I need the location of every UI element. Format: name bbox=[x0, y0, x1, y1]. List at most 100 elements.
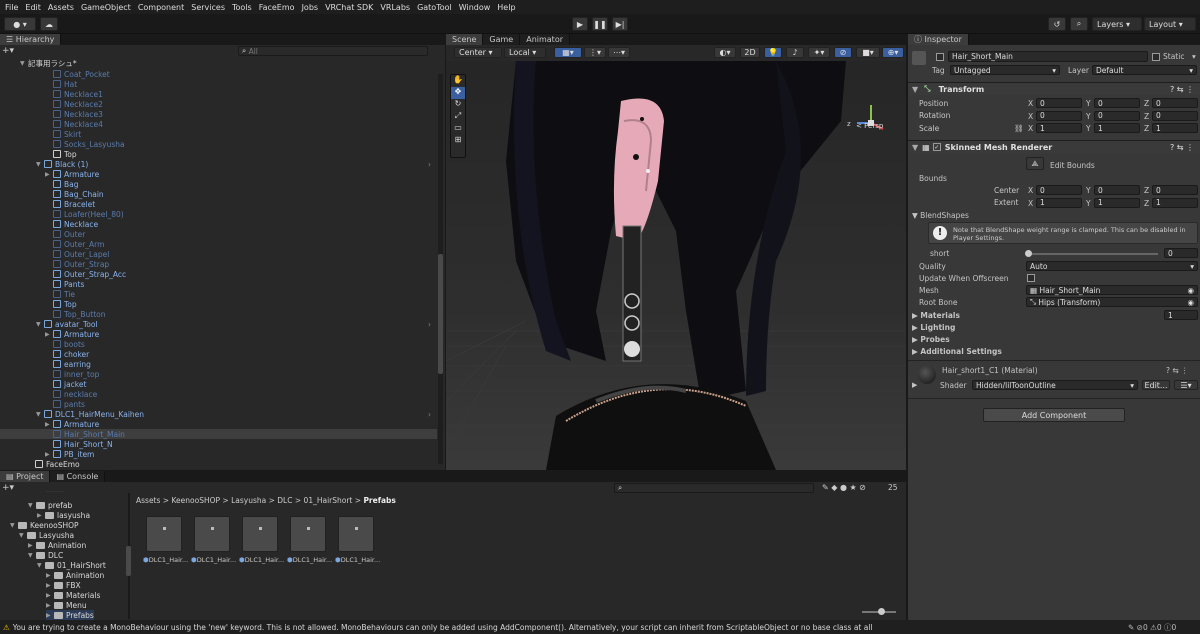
menu-file[interactable]: File bbox=[5, 3, 18, 12]
foldout-arrow-icon[interactable]: ▶ bbox=[45, 451, 53, 458]
tab-project[interactable]: ▤ Project bbox=[0, 471, 51, 482]
hierarchy-item[interactable]: Pants bbox=[45, 279, 84, 289]
blendshape-short-slider[interactable] bbox=[1025, 250, 1158, 257]
hierarchy-item[interactable]: Outer bbox=[45, 229, 85, 239]
hierarchy-item[interactable]: Skirt bbox=[45, 129, 81, 139]
tag-dropdown[interactable]: Untagged ▾ bbox=[950, 65, 1060, 75]
foldout-arrow-icon[interactable]: ▶ bbox=[46, 572, 54, 579]
tab-scene[interactable]: Scene bbox=[446, 34, 484, 45]
shader-options-button[interactable]: ☰▾ bbox=[1174, 380, 1198, 390]
foldout-arrow-icon[interactable]: ▶ bbox=[46, 612, 54, 619]
project-search-input[interactable]: ⌕ bbox=[614, 483, 814, 493]
draw-mode-button[interactable]: ◐▾ bbox=[714, 47, 736, 58]
menu-component[interactable]: Component bbox=[138, 3, 184, 12]
prefab-asset-thumbnail[interactable] bbox=[290, 516, 326, 552]
bounds-center-y-field[interactable]: 0 bbox=[1094, 185, 1140, 195]
hierarchy-item[interactable]: Top_Button bbox=[45, 309, 106, 319]
pivot-center-dropdown[interactable]: Center ▾ bbox=[454, 47, 502, 58]
cloud-icon[interactable]: ☁ bbox=[40, 17, 58, 31]
project-folder-item[interactable]: ▶ Menu bbox=[46, 600, 87, 610]
transform-tool-icon[interactable]: ⊞ bbox=[451, 135, 465, 147]
tab-console[interactable]: ▤ Console bbox=[50, 471, 106, 482]
menu-edit[interactable]: Edit bbox=[25, 3, 41, 12]
status-icons[interactable]: ✎ ⊘0 ⚠0 ⓘ0 bbox=[1128, 622, 1176, 633]
hierarchy-item[interactable]: ▶ Armature bbox=[45, 329, 99, 339]
hierarchy-item[interactable]: Bracelet bbox=[45, 199, 95, 209]
add-component-button[interactable]: Add Component bbox=[983, 408, 1125, 422]
rotation-y-field[interactable]: 0 bbox=[1094, 110, 1140, 121]
status-bar[interactable]: ⚠ You are trying to create a MonoBehavio… bbox=[0, 620, 1200, 634]
breadcrumb-item[interactable]: Lasyusha bbox=[231, 496, 266, 505]
project-folder-item[interactable]: ▼ DLC bbox=[28, 550, 63, 560]
foldout-arrow-icon[interactable]: ▼ bbox=[37, 562, 45, 569]
prefab-asset-thumbnail[interactable] bbox=[338, 516, 374, 552]
transform-header[interactable]: ▼ ⤡ Transform? ⇆ ⋮ bbox=[908, 82, 1200, 95]
snap-settings-button[interactable]: ⋯▾ bbox=[608, 47, 630, 58]
static-dropdown[interactable]: ▾ bbox=[1192, 52, 1196, 61]
project-folder-item[interactable]: ▶ Prefabs bbox=[46, 610, 94, 620]
hierarchy-item[interactable]: Bag_Chain bbox=[45, 189, 104, 199]
hierarchy-item[interactable]: ▶ PB_item bbox=[45, 449, 94, 459]
project-folder-item[interactable]: ▶ Materials bbox=[46, 590, 100, 600]
project-folder-item[interactable]: ▼ 01_HairShort bbox=[37, 560, 106, 570]
hierarchy-item[interactable]: inner_top bbox=[45, 369, 99, 379]
hierarchy-item[interactable]: ▼ Black (1) › bbox=[36, 159, 431, 169]
prefab-asset-thumbnail[interactable] bbox=[146, 516, 182, 552]
scale-x-field[interactable]: 1 bbox=[1036, 123, 1082, 133]
hierarchy-item[interactable]: Bag bbox=[45, 179, 79, 189]
hierarchy-item[interactable]: Outer_Strap_Acc bbox=[45, 269, 126, 279]
quality-dropdown[interactable]: Auto ▾ bbox=[1026, 261, 1198, 271]
prefab-open-icon[interactable]: › bbox=[428, 160, 431, 169]
prefab-asset-thumbnail[interactable] bbox=[194, 516, 230, 552]
hierarchy-item[interactable]: Outer_Lapel bbox=[45, 249, 109, 259]
pause-button[interactable]: ❚❚ bbox=[592, 17, 608, 31]
hierarchy-item[interactable]: pants bbox=[45, 399, 85, 409]
hierarchy-item[interactable]: Top bbox=[45, 149, 77, 159]
foldout-arrow-icon[interactable]: ▶ bbox=[46, 602, 54, 609]
menu-vrlabs[interactable]: VRLabs bbox=[380, 3, 410, 12]
hierarchy-item[interactable]: Tie bbox=[45, 289, 75, 299]
menu-jobs[interactable]: Jobs bbox=[302, 3, 319, 12]
hierarchy-scrollbar[interactable] bbox=[438, 74, 443, 464]
edit-bounds-icon[interactable]: ⟁ bbox=[1026, 157, 1044, 170]
lighting-foldout[interactable]: ▶ Lighting bbox=[912, 323, 955, 332]
position-y-field[interactable]: 0 bbox=[1094, 98, 1140, 108]
hierarchy-item[interactable]: Top bbox=[45, 299, 77, 309]
bounds-extent-x-field[interactable]: 1 bbox=[1036, 197, 1082, 208]
hierarchy-item[interactable]: boots bbox=[45, 339, 85, 349]
rotate-tool-icon[interactable]: ↻ bbox=[451, 99, 465, 111]
foldout-arrow-icon[interactable]: ▶ bbox=[45, 331, 53, 338]
scale-z-field[interactable]: 1 bbox=[1152, 123, 1198, 133]
lighting-toggle-icon[interactable]: 💡 bbox=[764, 47, 782, 58]
foldout-arrow-icon[interactable]: ▶ bbox=[45, 421, 53, 428]
foldout-arrow-icon[interactable]: ▼ bbox=[36, 161, 44, 168]
hierarchy-item[interactable]: Outer_Strap bbox=[45, 259, 109, 269]
materials-count-field[interactable]: 1 bbox=[1164, 310, 1198, 320]
hierarchy-item[interactable]: ▶ Armature bbox=[45, 419, 99, 429]
menu-assets[interactable]: Assets bbox=[48, 3, 74, 12]
mesh-field[interactable]: ▦ Hair_Short_Main ◉ bbox=[1026, 285, 1198, 295]
foldout-arrow-icon[interactable]: ▼ bbox=[36, 411, 44, 418]
hierarchy-item[interactable]: FaceEmo bbox=[27, 459, 80, 469]
breadcrumb-item[interactable]: Prefabs bbox=[363, 496, 395, 505]
foldout-arrow-icon[interactable]: ▶ bbox=[45, 171, 53, 178]
prefab-open-icon[interactable]: › bbox=[428, 320, 431, 329]
scale-link-icon[interactable]: ⛓ bbox=[1014, 122, 1024, 134]
effects-toggle-icon[interactable]: ✦▾ bbox=[808, 47, 830, 58]
hierarchy-item[interactable]: ▼ avatar_Tool › bbox=[36, 319, 431, 329]
hierarchy-item[interactable]: Hat bbox=[45, 79, 77, 89]
additional-settings-foldout[interactable]: ▶ Additional Settings bbox=[912, 347, 1002, 356]
move-tool-icon[interactable]: ✥ bbox=[451, 87, 465, 99]
project-folder-item[interactable]: ▶ Animation bbox=[46, 570, 104, 580]
scale-tool-icon[interactable]: ⤢ bbox=[451, 111, 465, 123]
scene-root[interactable]: ▼ 記事用ラシュ* bbox=[20, 58, 77, 68]
hierarchy-item[interactable]: Outer_Arm bbox=[45, 239, 104, 249]
hierarchy-item[interactable]: Socks_Lasyusha bbox=[45, 139, 125, 149]
breadcrumb-item[interactable]: Assets bbox=[136, 496, 160, 505]
position-x-field[interactable]: 0 bbox=[1036, 98, 1082, 108]
hierarchy-item[interactable]: choker bbox=[45, 349, 89, 359]
hierarchy-item[interactable]: Hair_Short_N bbox=[45, 439, 113, 449]
zoom-slider[interactable] bbox=[862, 608, 896, 615]
tab-animator[interactable]: Animator bbox=[520, 34, 570, 45]
hierarchy-item[interactable]: ▶ Armature bbox=[45, 169, 99, 179]
